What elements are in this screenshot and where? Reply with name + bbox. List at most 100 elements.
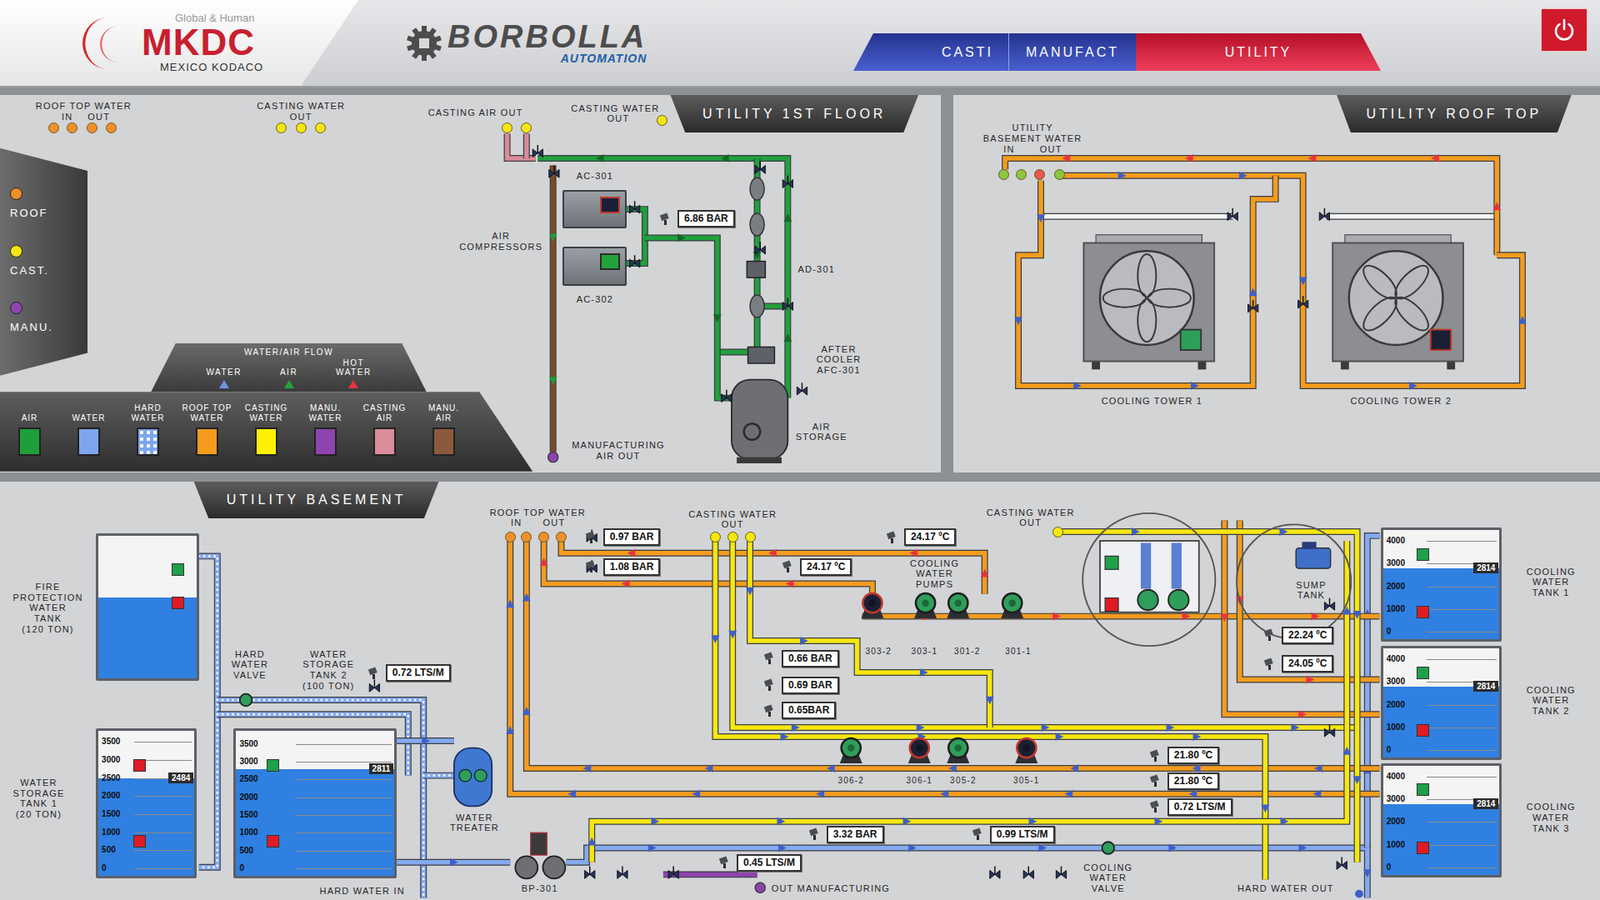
- level-value: 2811: [369, 763, 395, 775]
- flow-arrow-icon: [1036, 214, 1045, 223]
- sensor-head-icon: [660, 212, 670, 221]
- tower-status: [1180, 330, 1201, 350]
- side-menu-dot: [10, 187, 23, 200]
- pump-hub-icon: [1008, 599, 1016, 607]
- tank-hatch-icon: [744, 423, 761, 440]
- scale-label: 3000: [1386, 558, 1405, 569]
- valve-stem-icon: [1060, 866, 1062, 875]
- pipe-dots: [199, 555, 218, 867]
- sensor-head-icon: [809, 828, 819, 837]
- flow-arrow-icon: [1181, 612, 1190, 621]
- power-button[interactable]: [1540, 8, 1588, 52]
- valve-stem-icon: [634, 200, 635, 210]
- pipe-fill: [199, 555, 218, 867]
- flow-arrow-icon: [1038, 844, 1047, 853]
- flow-arrow-icon: [549, 233, 558, 242]
- scale-label: 0: [1386, 626, 1392, 637]
- flow-arrow-icon: [677, 234, 686, 243]
- scale-tick: [295, 744, 392, 745]
- tank-level-fill: [235, 769, 395, 870]
- compressor-status: [600, 196, 620, 214]
- flow-arrow-icon: [1168, 844, 1177, 853]
- scale-label: 1000: [239, 827, 258, 838]
- logo-tagline: Global & Human: [141, 12, 264, 25]
- fan-blade-icon: [1390, 292, 1434, 336]
- flow-legend-label: AIR: [280, 367, 298, 378]
- diagram-label: 305-1: [1013, 775, 1040, 786]
- air-compressor: [562, 190, 627, 230]
- pipe-outline: [1060, 531, 1357, 863]
- flow-arrow-icon: [785, 580, 795, 589]
- cast-pipe: [745, 540, 995, 728]
- diagram-label: HARD WATER VALVE: [231, 649, 270, 681]
- pipe-outline: [750, 540, 990, 728]
- flow-arrow-icon: [1061, 154, 1070, 163]
- flow-arrow-icon: [1165, 723, 1175, 732]
- reading-box: 0.66 BAR: [781, 650, 840, 668]
- pump-status: [948, 738, 968, 758]
- legend-swatch: [136, 427, 160, 456]
- flow-arrow-icon: [1064, 790, 1073, 799]
- flow-arrow-icon: [1298, 844, 1307, 853]
- status-indicator: [1416, 548, 1430, 561]
- level-value: 2814: [1473, 680, 1499, 692]
- section-tab[interactable]: UTILITY: [1135, 33, 1381, 71]
- flow-arrow-icon: [1312, 790, 1321, 799]
- scale-label: 2000: [239, 792, 258, 803]
- water-storage-tank: 35003000250020001500100050002484: [95, 728, 197, 879]
- side-menu-item[interactable]: MANU.: [10, 301, 88, 336]
- air-compressor: [562, 246, 627, 286]
- roof-top-panel: UTILITY ROOF TOPUTILITY BASEMENT WATERIN…: [953, 95, 1600, 473]
- pump-status: [915, 593, 935, 613]
- sensor-stem-icon: [813, 835, 816, 840]
- brand-subtitle: AUTOMATION: [447, 52, 647, 65]
- legend-item: CASTING AIR: [355, 401, 415, 472]
- sensor-icon: [763, 678, 777, 692]
- power-icon: [1551, 17, 1577, 43]
- flow-arrow-icon: [710, 635, 720, 644]
- pipe-fill: [1018, 175, 1276, 386]
- sensor-icon: [781, 560, 795, 574]
- sensor-head-icon: [1264, 629, 1274, 638]
- manufacturing-out-icon: [755, 882, 765, 893]
- roof-pipe: [1060, 171, 1526, 390]
- sensor-stem-icon: [976, 835, 980, 840]
- sensor-icon: [718, 855, 732, 870]
- flow-arrow-icon: [780, 732, 790, 741]
- flow-arrow-icon: [1299, 277, 1308, 286]
- side-menu-item[interactable]: CAST.: [10, 245, 88, 280]
- scale-tick: [1426, 867, 1497, 869]
- pipe-fill: [544, 540, 873, 595]
- sensor-head-icon: [972, 828, 982, 837]
- header: Global & HumanMKDCMEXICO KODACO BORBOLLA…: [0, 0, 1600, 88]
- pipe-fill: [550, 165, 556, 452]
- side-menu-item[interactable]: ROOF: [10, 187, 88, 222]
- sensor-icon: [1149, 800, 1163, 814]
- diagram-label: COOLING WATER TANK 3: [1526, 801, 1576, 834]
- section-tab[interactable]: CASTI: [853, 33, 1009, 71]
- flow-arrow-icon: [650, 817, 660, 826]
- diagram-label: IN: [61, 111, 73, 123]
- reading-box: 0.97 BAR: [603, 528, 661, 546]
- diagram-label: OUT: [1019, 517, 1042, 529]
- sensor-stem-icon: [590, 538, 593, 544]
- section-tab[interactable]: MANUFACT: [1008, 33, 1136, 71]
- pipe-fill: [732, 540, 1357, 728]
- diagram-label: COOLING TOWER 1: [1101, 395, 1204, 407]
- pipe-outline: [663, 870, 758, 878]
- company-logo: Global & HumanMKDCMEXICO KODACO: [0, 0, 359, 86]
- cast-pipe: [728, 540, 1357, 732]
- filter-status: [1105, 555, 1119, 570]
- legend-swatch: [314, 427, 337, 456]
- pump-hub-icon: [921, 599, 930, 607]
- flow-arrow-icon: [783, 213, 792, 222]
- diagram-label: BP-301: [521, 883, 559, 895]
- scale-tick: [1426, 659, 1497, 660]
- scale-label: 0: [101, 863, 107, 874]
- port-dot: [745, 531, 756, 543]
- brand-text: BORBOLLAAUTOMATION: [447, 20, 647, 65]
- sensor-stem-icon: [768, 685, 771, 691]
- white-pipe: [1326, 215, 1497, 217]
- legend-label: CASTING WATER: [245, 401, 288, 424]
- diagram-label: OUT: [290, 111, 313, 123]
